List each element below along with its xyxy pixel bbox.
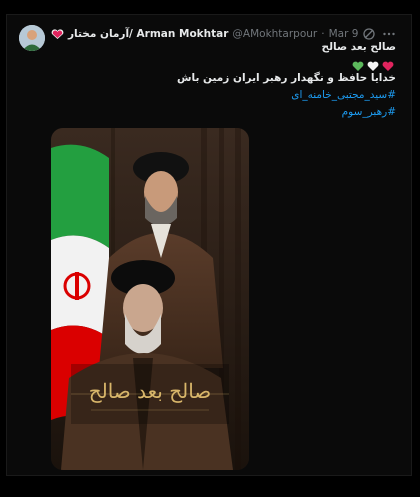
tweet-header: آرمان مختار/ Arman Mokhtar @AMokhtarpour… (51, 26, 358, 42)
tweet-media-image[interactable]: صالح بعد صالح (51, 128, 249, 470)
heart-badge-icon (51, 29, 64, 39)
author-name[interactable]: آرمان مختار/ Arman Mokhtar (68, 28, 228, 40)
poster-calligraphy: صالح بعد صالح (89, 379, 212, 403)
more-options-icon[interactable] (382, 26, 396, 40)
tweet-text-line-3: خدایا حافظ و نگهدار رهبر ایران زمین باش (177, 72, 396, 84)
avatar-image (19, 25, 45, 51)
separator: · (321, 28, 325, 40)
hashtag-link-2[interactable]: #رهبر_سوم (342, 106, 396, 118)
hashtag-link-1[interactable]: #سید_مجتبی_خامنه_ای (291, 89, 396, 101)
tweet-text-line-1: صالح بعد صالح (321, 41, 396, 53)
author-handle[interactable]: @AMokhtarpour (232, 28, 317, 40)
poster-illustration: صالح بعد صالح (51, 128, 249, 470)
grok-icon[interactable] (362, 26, 376, 40)
author-avatar[interactable] (19, 25, 45, 51)
tweet-date[interactable]: Mar 9 (329, 28, 359, 40)
